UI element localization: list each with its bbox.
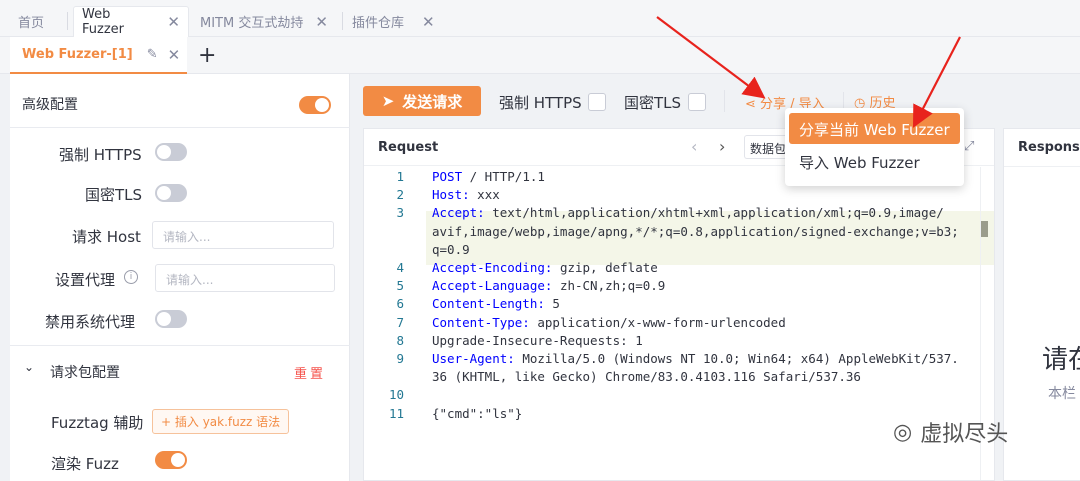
watermark-text: 虚拟尽头 bbox=[920, 422, 1009, 447]
annotation-arrows bbox=[656, 16, 961, 128]
wechat-icon: ◎ bbox=[893, 419, 913, 445]
arrow-to-share-current bbox=[912, 36, 961, 128]
arrow-to-share bbox=[656, 16, 766, 99]
watermark: ◎ 虚拟尽头 bbox=[893, 416, 1008, 448]
